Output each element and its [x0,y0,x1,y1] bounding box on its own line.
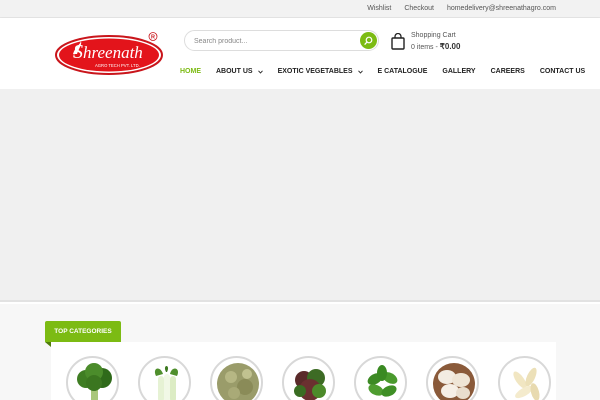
nav-careers[interactable]: CAREERS [491,68,525,75]
broccoli-icon [77,363,112,400]
nav-label: EXOTIC VEGETABLES [277,68,353,75]
nav-label: ABOUT US [216,68,253,75]
checkout-link[interactable]: Checkout [404,4,434,13]
svg-text:R: R [151,35,155,41]
sprouts-icon [217,363,259,400]
search-input[interactable] [194,35,354,47]
chevron-down-icon [357,69,363,74]
nav-exotic-vegetables[interactable]: EXOTIC VEGETABLES [278,68,363,75]
category-broccoli[interactable] [66,356,119,400]
search-box [184,30,379,51]
hero-slider [0,89,600,302]
main-nav: HOME ABOUT US EXOTIC VEGETABLES E CATALO… [180,68,600,75]
cart-title: Shopping Cart [411,32,456,39]
search-icon [364,36,373,45]
site-logo[interactable]: hreenath S AGRO TECH PVT. LTD. R [55,32,165,76]
baby-corn-icon [513,367,540,400]
nav-label: CAREERS [490,68,525,75]
category-bok-choy[interactable] [138,356,191,400]
nav-label: HOME [180,68,201,75]
mushroom-icon [433,363,475,400]
nav-label: GALLERY [442,68,476,75]
nav-contact-us[interactable]: CONTACT US [540,68,585,75]
shopping-cart[interactable]: Shopping Cart 0 items - ₹0.00 [391,32,481,56]
category-baby-corn[interactable] [498,356,551,400]
nav-about-us[interactable]: ABOUT US [216,68,263,75]
top-bar: Wishlist Checkout homedelivery@shreenath… [0,0,600,18]
cart-item-count: 0 items [411,44,434,51]
nav-e-catalogue[interactable]: E CATALOGUE [378,68,428,75]
search-button[interactable] [360,32,377,49]
top-links: Wishlist Checkout homedelivery@shreenath… [367,4,556,13]
shopping-bag-icon [391,33,405,50]
top-categories-section: TOP CATEGORIES [0,304,600,400]
svg-text:AGRO TECH PVT. LTD.: AGRO TECH PVT. LTD. [95,63,140,68]
top-categories-heading: TOP CATEGORIES [45,321,121,342]
nav-label: E CATALOGUE [377,68,428,75]
nav-home[interactable]: HOME [180,68,201,75]
nav-label: CONTACT US [539,68,586,75]
nav-gallery[interactable]: GALLERY [442,68,475,75]
svg-text:hreenath: hreenath [83,43,143,62]
category-carousel [51,342,556,400]
cart-summary: 0 items - ₹0.00 [411,42,460,51]
svg-text:S: S [73,41,83,63]
category-sprouts[interactable] [210,356,263,400]
category-lettuce[interactable] [282,356,335,400]
site-header: hreenath S AGRO TECH PVT. LTD. R Shoppin… [0,18,600,89]
chevron-down-icon [257,69,263,74]
category-basil[interactable] [354,356,407,400]
cart-total: ₹0.00 [439,42,461,51]
lettuce-icon [294,369,326,400]
email-link[interactable]: homedelivery@shreenathagro.com [447,4,556,13]
category-mushroom[interactable] [426,356,479,400]
basil-icon [367,365,398,397]
bok-choy-icon [154,366,179,400]
wishlist-link[interactable]: Wishlist [367,4,391,13]
